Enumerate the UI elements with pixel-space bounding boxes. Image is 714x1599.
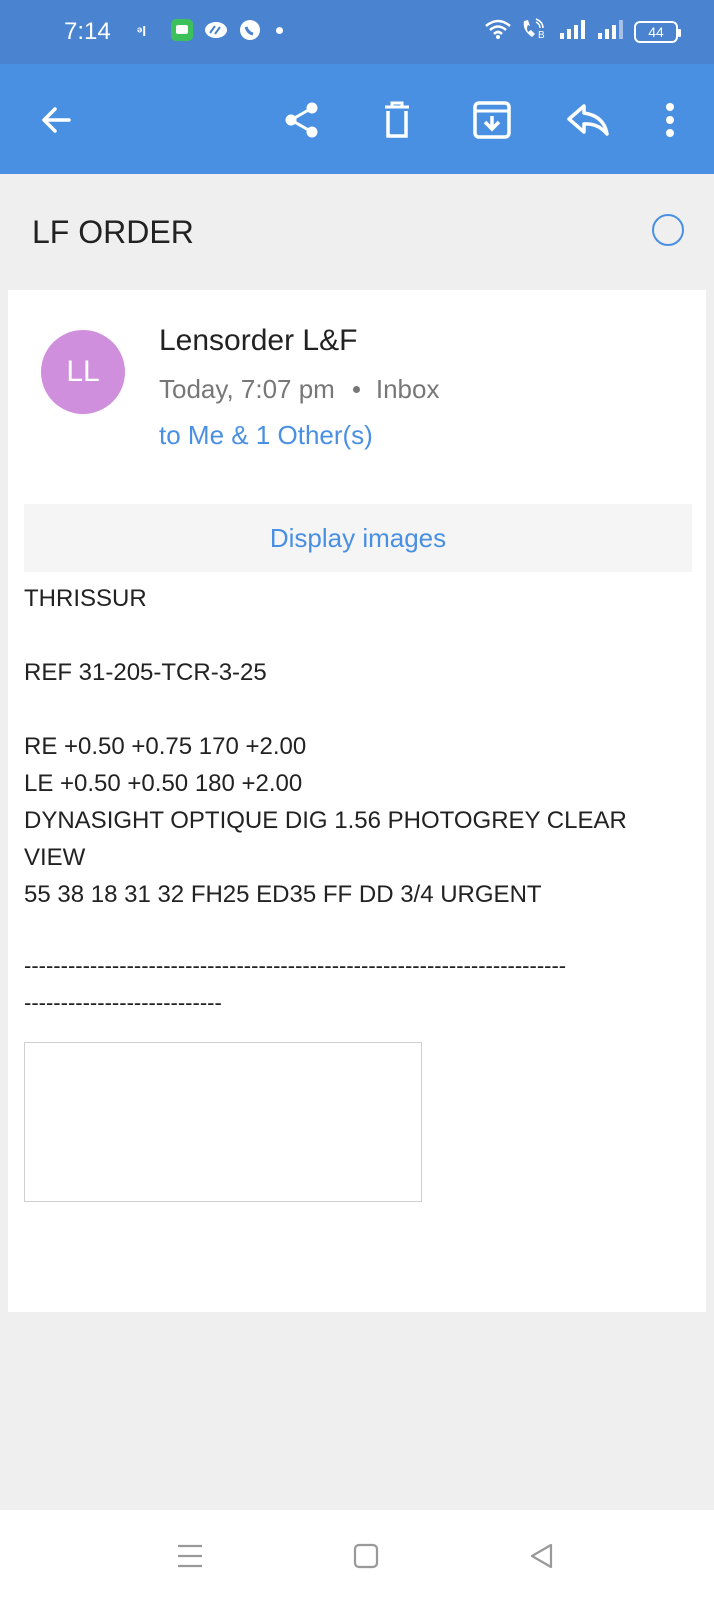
archive-button[interactable] [464,92,520,148]
share-icon [285,102,318,138]
recent-apps-icon [178,1544,202,1568]
back-button[interactable] [28,92,84,148]
svg-text:ᵊl: ᵊl [137,23,146,39]
signal-alert-icon: ᵊl [136,18,160,42]
back-triangle-icon [530,1543,553,1569]
separator-line: --------------------------- [24,990,222,1015]
display-images-button[interactable]: Display images [24,504,692,572]
share-button[interactable] [274,92,330,148]
email-meta: Today, 7:07 pm Inbox [159,374,439,405]
app-bar [0,64,714,174]
system-back-button[interactable] [522,1536,562,1576]
email-date: Today, 7:07 pm [159,374,335,404]
body-line: RE +0.50 +0.75 170 +2.00 [24,733,307,760]
email-card: LL Lensorder L&F Today, 7:07 pm Inbox to… [8,290,706,1312]
more-options-button[interactable] [642,92,698,148]
signal-bars-2-icon [596,18,626,45]
delete-icon [385,101,409,138]
recent-apps-button[interactable] [170,1536,210,1576]
whatsapp-icon [238,18,262,42]
reply-icon [567,104,609,136]
home-icon [353,1543,379,1569]
signal-bars-1-icon [558,18,588,45]
volte-call-icon: B [520,18,550,45]
archive-icon [473,101,511,139]
svg-text:B: B [538,30,545,40]
avatar[interactable]: LL [41,330,125,414]
loop-app-icon [204,18,228,42]
body-line: LE +0.50 +0.50 180 +2.00 [24,770,303,797]
wifi-icon [484,18,512,45]
select-checkbox[interactable] [652,214,684,246]
more-vert-icon [666,103,674,137]
notification-icons: ᵊl [136,18,283,42]
email-folder: Inbox [375,374,440,404]
separator-line: ----------------------------------------… [24,953,567,978]
battery-icon: 44 [634,20,681,43]
battery-level: 44 [648,23,664,40]
status-time: 7:14 [64,18,111,45]
sender-name[interactable]: Lensorder L&F [159,324,357,358]
body-line: THRISSUR [24,585,147,612]
body-line: 55 38 18 31 32 FH25 ED35 FF DD 3/4 URGEN… [24,881,542,908]
system-nav-bar [0,1510,714,1599]
body-line: REF 31-205-TCR-3-25 [24,659,267,686]
image-placeholder[interactable] [24,1042,422,1202]
bullet-separator [352,386,360,393]
email-subject: LF ORDER [32,214,194,250]
delete-button[interactable] [369,92,425,148]
recipients-link[interactable]: to Me & 1 Other(s) [159,420,373,451]
home-button[interactable] [346,1536,386,1576]
avatar-initials: LL [66,355,100,388]
more-notifications-dot-icon [276,26,283,34]
body-line: VIEW [24,844,86,871]
reply-button[interactable] [560,92,616,148]
back-arrow-icon [42,107,71,133]
subject-row: LF ORDER [0,174,714,290]
body-line: DYNASIGHT OPTIQUE DIG 1.56 PHOTOGREY CLE… [24,807,627,834]
status-right-icons: B 44 [484,18,681,45]
status-bar: 7:14 ᵊl B 44 [0,0,714,64]
message-app-icon [170,18,194,42]
